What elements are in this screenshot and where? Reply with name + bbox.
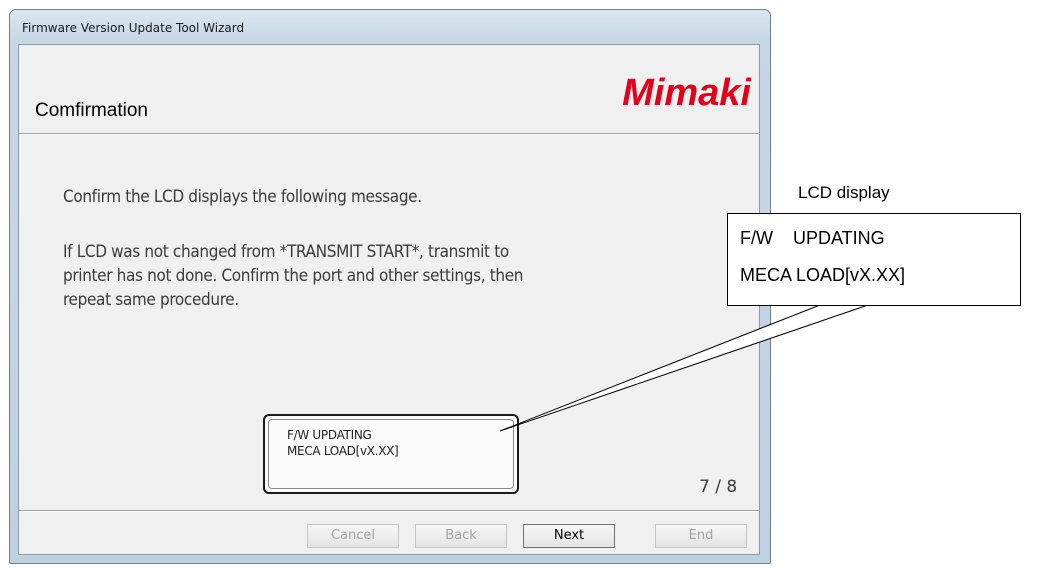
end-button[interactable]: End [655,524,747,548]
lcd-preview: F/W UPDATING MECA LOAD[vX.XX] [263,414,519,494]
callout-line: F/W UPDATING [740,228,885,248]
page-indicator: 7 / 8 [699,477,738,497]
instruction-line: repeat same procedure. [63,290,239,310]
instruction-line: printer has not done. Confirm the port a… [63,266,524,286]
wizard-window: Firmware Version Update Tool Wizard Comf… [9,9,771,564]
mimaki-logo-text: Mimaki [622,72,751,113]
lcd-line: MECA LOAD[vX.XX] [287,444,399,458]
back-button[interactable]: Back [415,524,507,548]
page-title: Comfirmation [35,100,148,121]
callout-label: LCD display [798,183,890,202]
callout-line: MECA LOAD[vX.XX] [740,265,906,285]
window-title: Firmware Version Update Tool Wizard [22,21,245,35]
instruction-message: If LCD was not changed from *TRANSMIT ST… [63,240,713,312]
wizard-client-area: Comfirmation Mimaki Confirm the LCD disp… [18,44,760,555]
footer-divider-highlight [19,511,759,512]
lcd-display-callout: F/W UPDATING MECA LOAD[vX.XX] [727,213,1021,306]
confirm-message: Confirm the LCD displays the following m… [63,187,422,207]
mimaki-logo: Mimaki [622,72,751,113]
instruction-line: If LCD was not changed from *TRANSMIT ST… [63,242,509,262]
next-button[interactable]: Next [523,524,615,548]
cancel-button[interactable]: Cancel [307,524,399,548]
header-divider-highlight [19,134,759,135]
lcd-line: F/W UPDATING [287,428,372,442]
